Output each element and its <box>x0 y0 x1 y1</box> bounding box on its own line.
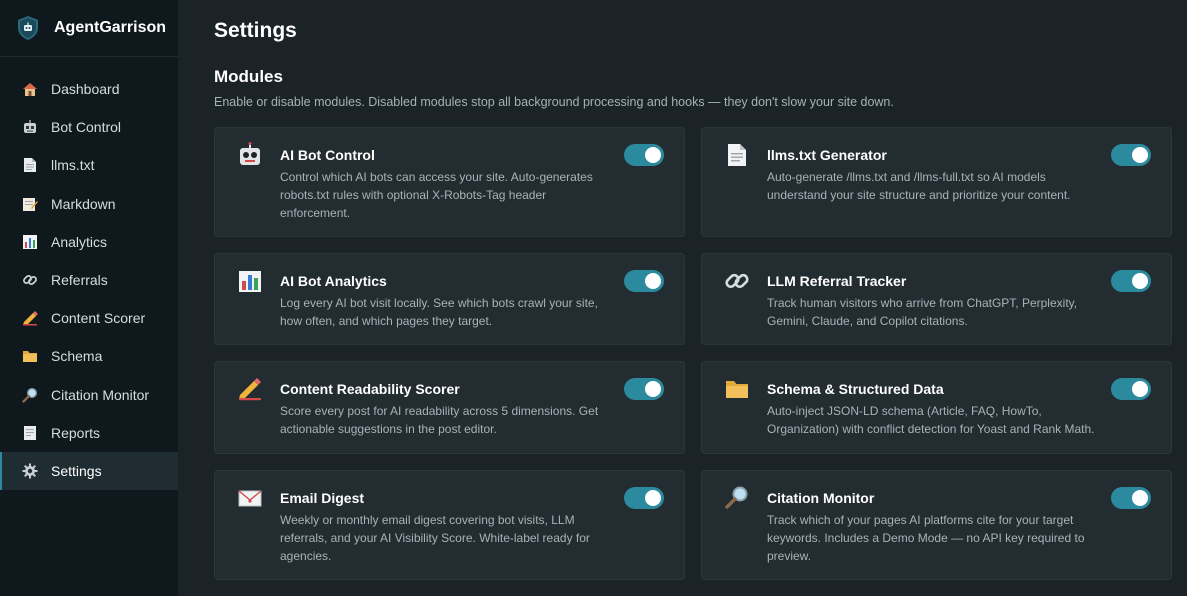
sidebar-item-label: Content Scorer <box>51 310 146 327</box>
toggle-knob <box>645 147 661 163</box>
module-description: Track which of your pages AI platforms c… <box>767 513 1085 563</box>
page-title: Settings <box>214 19 297 42</box>
module-description: Auto-generate /llms.txt and /llms-full.t… <box>767 170 1071 202</box>
toggle-knob <box>1132 273 1148 289</box>
envelope-icon <box>238 490 262 507</box>
pencil-icon <box>239 378 261 401</box>
toggle-knob <box>1132 381 1148 397</box>
module-toggle[interactable] <box>1111 378 1151 400</box>
memo-icon <box>21 195 39 213</box>
bar-chart-icon <box>21 233 39 251</box>
sidebar-item-label: Analytics <box>51 233 108 250</box>
module-card-schema-structured-data: Schema & Structured Data Auto-inject JSO… <box>701 361 1172 454</box>
module-card-citation-monitor: Citation Monitor Track which of your pag… <box>701 470 1172 580</box>
module-card-email-digest: Email Digest Weekly or monthly email dig… <box>214 470 685 580</box>
module-title: AI Bot Analytics <box>280 273 387 289</box>
module-card-ai-bot-analytics: AI Bot Analytics Log every AI bot visit … <box>214 253 685 345</box>
module-title: llms.txt Generator <box>767 147 887 163</box>
report-icon <box>21 424 39 442</box>
shield-logo-icon <box>18 16 38 40</box>
module-toggle[interactable] <box>1111 144 1151 166</box>
module-toggle[interactable] <box>624 487 664 509</box>
folder-icon <box>726 381 748 398</box>
section-description: Enable or disable modules. Disabled modu… <box>214 95 894 109</box>
module-title: Content Readability Scorer <box>280 381 460 397</box>
sidebar-item-citation-monitor[interactable]: Citation Monitor <box>0 376 178 414</box>
bar-chart-icon <box>239 271 261 292</box>
pencil-icon <box>21 309 39 327</box>
sidebar-item-label: Citation Monitor <box>51 386 150 403</box>
module-title: LLM Referral Tracker <box>767 273 907 289</box>
sidebar-item-settings[interactable]: Settings <box>0 451 178 491</box>
sidebar-item-label: Referrals <box>51 272 108 289</box>
module-description: Track human visitors who arrive from Cha… <box>767 296 1078 328</box>
module-title: Email Digest <box>280 490 365 506</box>
section-title: Modules <box>214 67 283 86</box>
module-toggle[interactable] <box>1111 487 1151 509</box>
module-title: Schema & Structured Data <box>767 381 944 397</box>
sidebar-item-dashboard[interactable]: Dashboard <box>0 70 178 108</box>
module-title: Citation Monitor <box>767 490 875 506</box>
module-description: Weekly or monthly email digest covering … <box>280 513 590 563</box>
house-icon <box>21 80 39 98</box>
sidebar-item-label: Settings <box>51 462 102 479</box>
module-card-llms-txt-generator: llms.txt Generator Auto-generate /llms.t… <box>701 127 1172 237</box>
module-description: Control which AI bots can access your si… <box>280 170 593 220</box>
module-toggle[interactable] <box>624 270 664 292</box>
document-icon <box>728 144 746 166</box>
toggle-knob <box>1132 490 1148 506</box>
toggle-knob <box>1132 147 1148 163</box>
sidebar-item-label: Dashboard <box>51 81 120 98</box>
module-description: Log every AI bot visit locally. See whic… <box>280 296 598 328</box>
sidebar-item-label: Bot Control <box>51 119 122 136</box>
sidebar-item-schema[interactable]: Schema <box>0 337 178 375</box>
link-icon <box>21 271 39 289</box>
link-icon <box>725 273 749 289</box>
sidebar-item-content-scorer[interactable]: Content Scorer <box>0 299 178 337</box>
sidebar-item-llms-txt[interactable]: llms.txt <box>0 146 178 184</box>
sidebar-item-label: Reports <box>51 424 101 441</box>
sidebar-item-referrals[interactable]: Referrals <box>0 261 178 299</box>
module-card-llm-referral-tracker: LLM Referral Tracker Track human visitor… <box>701 253 1172 345</box>
module-card-content-readability-scorer: Content Readability Scorer Score every p… <box>214 361 685 454</box>
module-toggle[interactable] <box>624 378 664 400</box>
sidebar-item-analytics[interactable]: Analytics <box>0 223 178 261</box>
sidebar-item-label: Markdown <box>51 195 116 212</box>
document-icon <box>21 156 39 174</box>
module-card-ai-bot-control: AI Bot Control Control which AI bots can… <box>214 127 685 237</box>
sidebar-item-reports[interactable]: Reports <box>0 414 178 452</box>
module-title: AI Bot Control <box>280 147 375 163</box>
folder-icon <box>21 347 39 365</box>
sidebar-nav: Dashboard Bot Control llms.txt Markdown … <box>0 57 178 491</box>
sidebar-item-bot-control[interactable]: Bot Control <box>0 108 178 146</box>
brand[interactable]: AgentGarrison <box>0 0 178 57</box>
robot-icon <box>21 118 39 136</box>
gear-icon <box>21 462 39 480</box>
sidebar-item-label: llms.txt <box>51 157 95 174</box>
toggle-knob <box>645 490 661 506</box>
sidebar: AgentGarrison Dashboard Bot Control llms… <box>0 0 178 596</box>
magnifier-icon <box>21 386 39 404</box>
module-description: Auto-inject JSON-LD schema (Article, FAQ… <box>767 404 1095 436</box>
toggle-knob <box>645 273 661 289</box>
brand-name: AgentGarrison <box>54 19 167 36</box>
toggle-knob <box>645 381 661 397</box>
module-toggle[interactable] <box>1111 270 1151 292</box>
robot-icon <box>240 142 260 165</box>
sidebar-item-markdown[interactable]: Markdown <box>0 185 178 223</box>
magnifier-icon <box>725 486 748 509</box>
module-toggle[interactable] <box>624 144 664 166</box>
sidebar-item-label: Schema <box>51 348 103 365</box>
module-description: Score every post for AI readability acro… <box>280 404 599 436</box>
